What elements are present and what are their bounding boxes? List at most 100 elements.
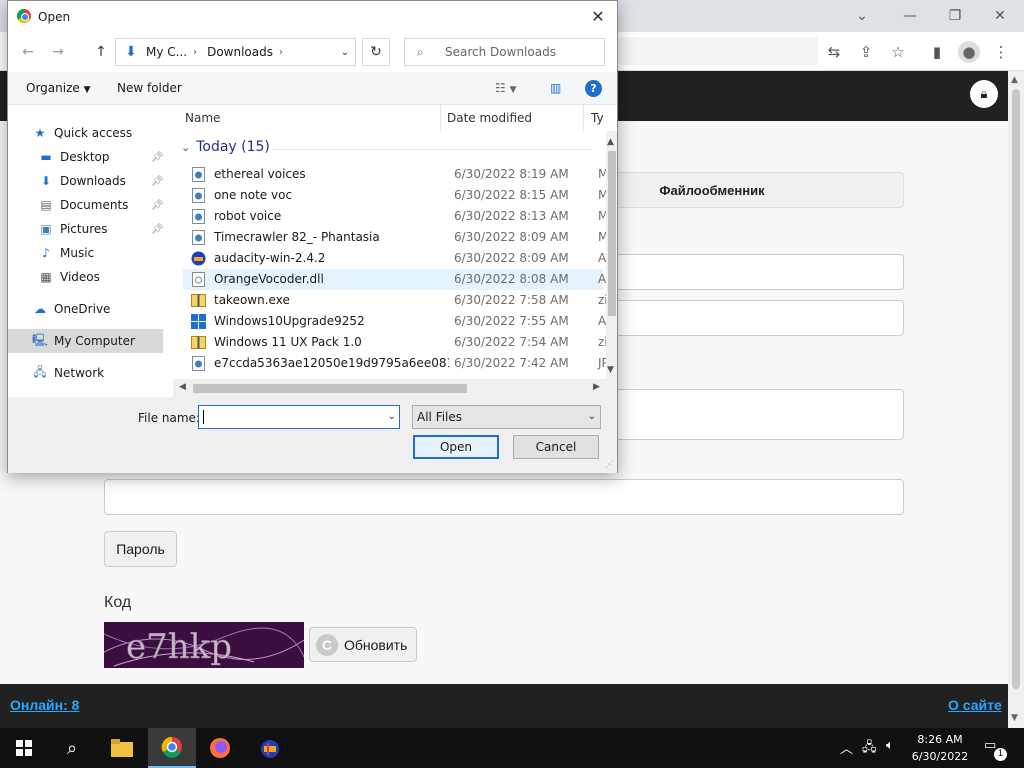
file-list-horizontal-scrollbar[interactable]: ◀ ▶ [173,379,617,397]
scroll-up-arrow-icon[interactable]: ▲ [1011,75,1018,85]
file-row[interactable]: robot voice 6/30/2022 8:13 AM M [183,206,608,227]
preview-pane-icon[interactable]: ▥ [550,81,561,95]
breadcrumb-downloads[interactable]: Downloads [207,45,273,59]
navigation-pane: ★ Quick access ▬ Desktop 📌︎ ⬇ Downloads 📌︎ ▤ D… [8,105,173,397]
address-bar[interactable] [610,37,818,65]
file-row[interactable]: Windows10Upgrade9252 6/30/2022 7:55 AM A [183,311,606,332]
file-row[interactable]: audacity-win-2.4.2 6/30/2022 8:09 AM A [183,248,606,269]
scroll-right-arrow-icon[interactable]: ▶ [593,382,600,392]
file-explorer-icon[interactable] [98,728,146,768]
vertical-scroll-thumb[interactable] [608,151,616,316]
file-name: robot voice [214,209,282,223]
cancel-button[interactable]: Cancel [513,435,599,459]
view-options-icon[interactable]: ☷ ▼ [495,81,517,95]
organize-button[interactable]: Organize ▼ [26,81,91,95]
search-input[interactable]: ⌕ Search Downloads [404,38,605,66]
breadcrumb[interactable]: ⬇ My C... › Downloads › ⌄ [115,38,356,66]
network-tray-icon[interactable]: 🖧︎ [862,738,877,760]
scroll-down-arrow-icon[interactable]: ▼ [607,365,614,375]
dialog-title: Open [38,10,71,24]
file-date: 6/30/2022 7:55 AM [454,314,569,328]
lock-icon[interactable]: 🔒︎ [970,80,998,108]
chevron-down-icon: ⌄ [181,140,191,154]
nav-my-computer[interactable]: 🖳︎ My Computer [8,329,163,353]
chrome-taskbar-icon[interactable] [148,728,196,768]
file-name: one note voc [214,188,293,202]
restore-button[interactable]: ❐ [933,4,977,28]
open-button[interactable]: Open [413,435,499,459]
scroll-down-arrow-icon[interactable]: ▼ [1011,713,1018,723]
refresh-captcha-button[interactable]: C Обновить [309,627,417,662]
pin-icon[interactable]: 📌︎ [151,224,164,235]
file-row[interactable]: takeown.exe 6/30/2022 7:58 AM zi [183,290,608,311]
side-panel-icon[interactable]: ▮ [926,41,948,63]
start-windows-icon[interactable] [0,728,48,768]
pin-icon[interactable]: 📌︎ [151,176,164,187]
chevron-right-icon[interactable]: › [279,47,283,58]
back-arrow-icon[interactable]: ← [18,42,38,62]
share-icon[interactable]: ⇪ [855,41,877,63]
chevron-down-icon[interactable]: ⌄ [335,39,355,65]
pin-icon[interactable]: 📌︎ [151,200,164,211]
volume-icon[interactable]: 🔈︎ [886,738,894,753]
up-arrow-icon[interactable]: ↑ [91,42,111,62]
menu-kebab-icon[interactable]: ⋮ [990,41,1012,63]
file-list-vertical-scrollbar[interactable]: ▲ ▼ [606,131,617,379]
breadcrumb-my-computer[interactable]: My C... [146,45,187,59]
new-folder-button[interactable]: New folder [117,81,182,95]
translate-icon[interactable]: ⇆ [823,41,845,63]
scroll-left-arrow-icon[interactable]: ◀ [179,382,186,392]
refresh-button[interactable]: ↻ [362,38,390,66]
chrome-logo-icon [161,736,182,758]
dialog-titlebar[interactable]: Open ✕ [8,1,617,32]
online-count-link[interactable]: Онлайн: 8 [10,697,79,713]
resize-grip-icon[interactable]: ⋰ [605,460,614,470]
chevron-right-icon[interactable]: › [193,47,197,58]
file-name: Windows10Upgrade9252 [214,314,365,328]
horizontal-scroll-thumb[interactable] [193,384,467,393]
clock-time: 8:26 AM [917,733,963,746]
tray-chevron-icon[interactable]: ︿ [840,738,853,757]
column-header-type[interactable]: Ty [591,105,611,131]
profile-avatar-icon[interactable]: ● [958,41,980,63]
pictures-icon: ▣ [40,222,52,236]
file-row[interactable]: one note voc 6/30/2022 8:15 AM M [183,185,608,206]
close-window-button[interactable]: ✕ [978,4,1022,28]
column-header-date[interactable]: Date modified [447,105,587,131]
file-row[interactable]: Timecrawler 82_- Phantasia 6/30/2022 8:0… [183,227,608,248]
zip-icon [191,336,206,349]
command-bar: Organize ▼ New folder ☷ ▼ ▥ ? [8,72,617,105]
clock[interactable]: 8:26 AM 6/30/2022 [908,731,972,765]
column-header-name[interactable]: Name [185,105,445,131]
close-icon[interactable]: ✕ [585,4,611,28]
file-type-select[interactable]: All Files ⌄ [412,405,601,429]
notification-count-badge: 1 [994,748,1007,761]
pin-icon[interactable]: 📌︎ [151,152,164,163]
column-divider[interactable] [440,105,441,131]
about-link[interactable]: О сайте [948,697,1002,713]
scroll-up-arrow-icon[interactable]: ▲ [607,137,614,147]
dropdown-arrow-icon: ▼ [83,85,91,95]
page-scrollbar[interactable]: ▲ ▼ [1008,71,1024,728]
help-icon[interactable]: ? [585,80,602,97]
captcha-noise: e7hkp [104,627,304,667]
password-button[interactable]: Пароль [104,531,177,567]
forward-arrow-icon[interactable]: → [48,42,68,62]
bookmark-star-icon[interactable]: ☆ [887,41,909,63]
firefox-icon[interactable] [196,728,244,768]
search-icon[interactable]: ⌕ [48,728,96,768]
tab-search-icon[interactable]: ⌄ [840,4,884,28]
file-row[interactable]: Windows 11 UX Pack 1.0 6/30/2022 7:54 AM… [183,332,608,353]
file-name-input[interactable]: ⌄ [198,405,400,429]
chevron-down-icon[interactable]: ⌄ [388,411,396,422]
column-divider[interactable] [583,105,584,131]
media-icon [192,230,205,245]
page-scroll-thumb[interactable] [1012,89,1020,689]
file-row[interactable]: ethereal voices 6/30/2022 8:19 AM M [183,164,608,185]
file-row[interactable]: e7ccda5363ae12050e19d9795a6ee081_400... … [183,353,609,374]
group-header-today[interactable]: ⌄ Today (15) [181,139,270,155]
minimize-button[interactable]: — [888,4,932,28]
audacity-taskbar-icon[interactable] [246,728,294,768]
password-input[interactable] [104,479,904,515]
file-row[interactable]: OrangeVocoder.dll 6/30/2022 8:08 AM A [183,269,606,290]
